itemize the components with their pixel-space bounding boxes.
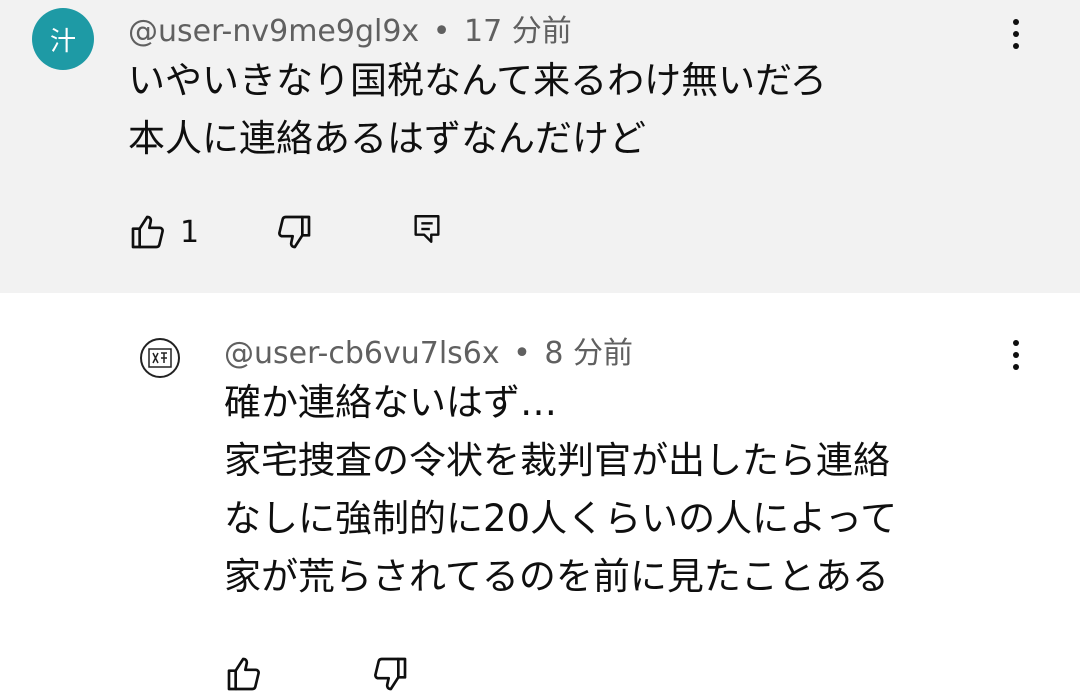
avatar[interactable]: 汁 [32, 8, 94, 70]
meta-separator: • [513, 336, 531, 371]
avatar[interactable] [140, 338, 180, 378]
avatar-initial: 汁 [49, 26, 76, 57]
dislike-button[interactable] [370, 654, 410, 694]
more-vert-icon[interactable] [1006, 12, 1026, 56]
dislike-button[interactable] [274, 212, 314, 252]
comment-meta: @user-nv9me9gl9x • 17 分前 [128, 6, 572, 50]
comment-text: いやいきなり国税なんて来るわけ無いだろ 本人に連絡あるはずなんだけど [128, 59, 827, 160]
more-vert-icon[interactable] [1006, 333, 1026, 377]
reply-author[interactable]: @user-cb6vu7ls6x [224, 336, 500, 371]
comment-author[interactable]: @user-nv9me9gl9x [128, 14, 419, 49]
like-button[interactable] [224, 654, 264, 694]
thumbs-up-icon [131, 215, 164, 249]
reply-icon [414, 215, 440, 243]
thumbs-down-icon [374, 657, 407, 691]
thumbs-up-icon [227, 657, 260, 691]
reply-button[interactable] [410, 212, 444, 246]
meta-separator: • [432, 14, 451, 49]
thumbs-down-icon [278, 215, 311, 249]
like-count: 1 [180, 214, 200, 250]
like-button[interactable]: 1 [128, 212, 199, 252]
comment-time[interactable]: 17 分前 [464, 14, 572, 49]
reply-meta: @user-cb6vu7ls6x • 8 分前 [224, 328, 633, 372]
reply-time[interactable]: 8 分前 [544, 336, 633, 371]
reply-text: 確か連絡ないはず… 家宅捜査の令状を裁判官が出したら連絡 なしに強制的に20人く… [224, 381, 898, 598]
comment-highlighted: 汁 @user-nv9me9gl9x • 17 分前 いやいきなり国税なんて来る… [0, 0, 1080, 293]
stamp-avatar-icon [148, 348, 172, 368]
